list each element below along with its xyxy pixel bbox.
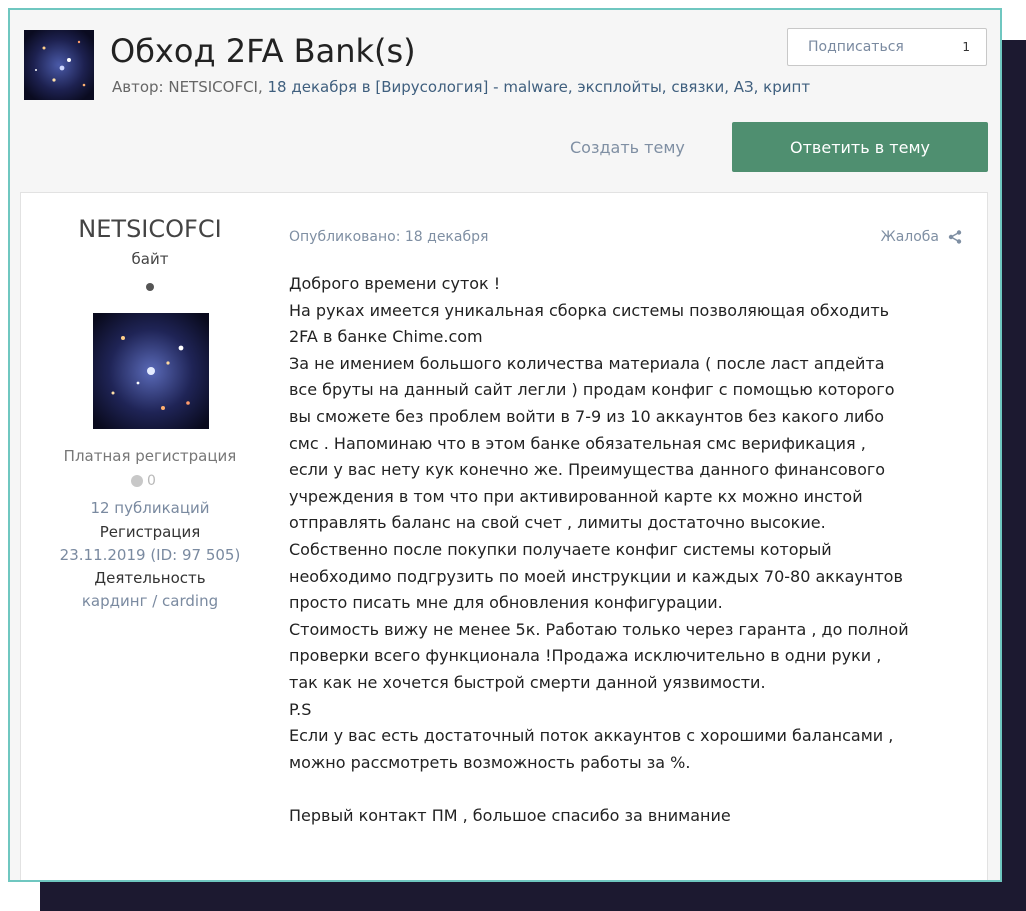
author-posts[interactable]: 12 публикаций bbox=[21, 499, 279, 517]
post-line: вы сможете без проблем войти в 7-9 из 10… bbox=[289, 406, 884, 426]
registration-label: Регистрация bbox=[99, 523, 201, 541]
post-line: смс . Напоминаю что в этом банке обязате… bbox=[289, 433, 866, 453]
post-line: Стоимость вижу не менее 5к. Работаю толь… bbox=[289, 619, 909, 639]
post-line: необходимо подгрузить по моей инструкции… bbox=[289, 566, 903, 586]
online-dot-icon bbox=[146, 283, 154, 291]
post-line: если у вас нету кук конечно же. Преимуще… bbox=[289, 460, 886, 480]
post-line: P.S bbox=[289, 699, 312, 719]
post-line: просто писать мне для обновления конфигу… bbox=[289, 593, 723, 613]
post-line: 2FA в банке Chime.com bbox=[289, 327, 483, 347]
post-line: отправлять баланс на свой счет , лимиты … bbox=[289, 513, 826, 533]
activity-label: Деятельность bbox=[94, 569, 206, 587]
author-title: байт bbox=[131, 250, 169, 268]
post-line: Если у вас есть достаточный поток аккаун… bbox=[289, 726, 894, 746]
share-icon[interactable] bbox=[947, 229, 963, 245]
subscribe-count: 1 bbox=[962, 40, 970, 54]
forum-topic-panel: Обход 2FA Bank(s) Автор: NETSICOFCI, 18 … bbox=[8, 8, 1002, 882]
post-line: так как не хочется быстрой смерти данной… bbox=[289, 672, 766, 692]
post-line: Доброго времени суток ! bbox=[289, 274, 501, 293]
topic-meta-rest: 18 декабря в [Вирусология] - malware, эк… bbox=[262, 78, 811, 96]
registration-value: 23.11.2019 (ID: 97 505) bbox=[59, 546, 241, 564]
create-topic-link[interactable]: Создать тему bbox=[570, 138, 685, 157]
author-avatar[interactable] bbox=[93, 313, 209, 429]
reputation-value: 0 bbox=[147, 473, 156, 489]
reputation: 0 bbox=[131, 473, 156, 489]
reputation-dot-icon bbox=[131, 475, 143, 487]
author-name[interactable]: NETSICOFCI bbox=[21, 215, 279, 243]
author-group: Платная регистрация bbox=[63, 447, 237, 465]
post-line: проверки всего функционала !Продажа искл… bbox=[289, 646, 882, 666]
post-line: За не имением большого количества матери… bbox=[289, 353, 885, 373]
activity-value: кардинг / carding bbox=[81, 592, 219, 610]
topic-author-prefix[interactable]: Автор: NETSICOFCI, bbox=[112, 78, 263, 96]
report-link[interactable]: Жалоба bbox=[881, 229, 939, 245]
post-line: все бруты на данный сайт легли ) продам … bbox=[289, 380, 895, 400]
post-line: учреждения в том что при активированной … bbox=[289, 486, 863, 506]
post-card: NETSICOFCI байт Платная регистрация 0 12… bbox=[20, 192, 988, 880]
post-line: На руках имеется уникальная сборка систе… bbox=[289, 300, 890, 320]
post-line: можно рассмотреть возможность работы за … bbox=[289, 752, 691, 772]
post-line: Первый контакт ПМ , большое спасибо за в… bbox=[289, 805, 731, 825]
posted-date: Опубликовано: 18 декабря bbox=[289, 229, 489, 245]
reply-button[interactable]: Ответить в тему bbox=[732, 122, 988, 172]
topic-title: Обход 2FA Bank(s) bbox=[110, 32, 416, 70]
post-line: Собственно после покупки получаете конфи… bbox=[289, 539, 832, 559]
post-line bbox=[289, 776, 979, 803]
topic-thumbnail-icon bbox=[24, 30, 94, 100]
subscribe-label: Подписаться bbox=[808, 39, 904, 55]
topic-meta: Автор: NETSICOFCI, 18 декабря в [Вирусол… bbox=[112, 78, 810, 96]
subscribe-button[interactable]: Подписаться 1 bbox=[787, 28, 987, 66]
post-text: Доброго времени суток ! На руках имеется… bbox=[289, 271, 979, 829]
